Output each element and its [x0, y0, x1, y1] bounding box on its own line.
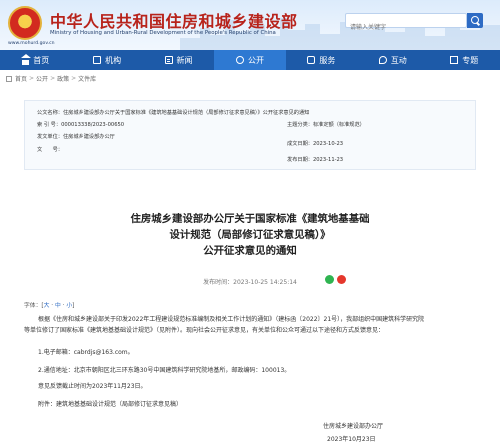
article-title-line-3: 公开征求意见的通知 [203, 245, 297, 257]
nav-item-open[interactable]: 公开 [214, 50, 286, 70]
nav-item-org[interactable]: 机构 [71, 50, 142, 70]
site-header: 中华人民共和国住房和城乡建设部 Ministry of Housing and … [0, 0, 500, 50]
font-large-link[interactable]: 大 [44, 303, 50, 309]
meta-issuer: 发文单位：住房城乡建设部办公厅 [37, 134, 115, 140]
nav-item-label: 公开 [247, 55, 264, 65]
site-title[interactable]: 中华人民共和国住房和城乡建设部 [50, 8, 298, 32]
meta-published-date: 发布日期：2023-11-23 [287, 157, 344, 163]
search-box[interactable] [345, 13, 467, 34]
nav-item-label: 新闻 [176, 55, 193, 65]
search-icon[interactable] [467, 13, 483, 28]
breadcrumb-home[interactable]: 首页 [15, 74, 27, 83]
share-buttons [325, 275, 346, 284]
nav-item-special[interactable]: 专题 [429, 50, 500, 70]
font-size-switcher: 字体：[大 · 中 · 小] [24, 303, 75, 309]
nav-item-news[interactable]: 新闻 [143, 50, 214, 70]
main-nav: 首页 机构 新闻 公开 服务 互动 专题 [0, 50, 500, 70]
meta-written-date: 成文日期：2023-10-23 [287, 141, 344, 147]
nav-item-label: 机构 [105, 55, 122, 65]
breadcrumb-policy[interactable]: 政策 [57, 74, 69, 83]
article-title-line-1: 住房城乡建设部办公厅关于国家标准《建筑地基基础 [130, 213, 370, 225]
nav-item-service[interactable]: 服务 [286, 50, 357, 70]
open-icon [235, 56, 244, 64]
meta-category: 主题分类：标准定额（标准规范） [287, 122, 365, 128]
signature-org: 住房城乡建设部办公厅 [323, 423, 384, 430]
nav-item-label: 互动 [390, 55, 407, 65]
signature-date: 2023年10月23日 [327, 436, 376, 443]
search-input[interactable] [346, 21, 446, 34]
wechat-share-icon[interactable] [325, 275, 334, 284]
body-paragraph-1-line-1: 根据《住房和城乡建设部关于印发2022年工程建设规范标准编制及相关工作计划的通知… [38, 316, 425, 323]
nav-item-home[interactable]: 首页 [0, 50, 71, 70]
article-title-line-2: 设计规范（局部修订征求意见稿）》 [169, 229, 331, 241]
national-emblem-icon[interactable] [8, 6, 42, 40]
nav-item-label: 首页 [33, 55, 50, 65]
body-paragraph-address: 2.通信地址：北京市朝阳区北三环东路30号中国建筑科学研究院地基所，邮政编码：1… [38, 367, 291, 374]
publish-time: 发布时间：2023-10-25 14:25:14 [203, 279, 297, 286]
body-paragraph-1-line-2: 等单位修订了国家标准《建筑地基基础设计规范》（见附件）。现向社会公开征求意见，有… [24, 327, 385, 334]
nav-item-label: 服务 [319, 55, 336, 65]
font-mid-link[interactable]: 中 [55, 303, 61, 309]
interact-icon [378, 56, 387, 64]
nav-item-label: 专题 [462, 55, 479, 65]
site-subtitle: Ministry of Housing and Urban-Rural Deve… [50, 30, 276, 36]
breadcrumb-open[interactable]: 公开 [36, 74, 48, 83]
breadcrumb: 首页 > 公开 > 政策 > 文件库 [6, 74, 96, 83]
org-icon [93, 56, 102, 64]
body-paragraph-deadline: 意见反馈截止时间为2023年11月23日。 [38, 383, 147, 390]
meta-doc-number: 文 号： [37, 147, 63, 153]
service-icon [307, 56, 316, 64]
body-paragraph-email: 1.电子邮箱：cabrdjs@163.com。 [38, 349, 134, 356]
document-metadata: 公文名称：住房城乡建设部办公厅关于国家标准《建筑地基基础设计规范（局部修订征求意… [24, 100, 476, 170]
home-icon [6, 75, 12, 82]
news-icon [164, 56, 173, 64]
breadcrumb-library[interactable]: 文件库 [78, 74, 96, 83]
weibo-share-icon[interactable] [337, 275, 346, 284]
home-icon [21, 53, 32, 65]
meta-index: 索 引 号：000013338/2023-00650 [37, 122, 125, 128]
attachment-link[interactable]: 附件：建筑地基基础设计规范（局部修订征求意见稿） [38, 399, 182, 408]
meta-title: 公文名称：住房城乡建设部办公厅关于国家标准《建筑地基基础设计规范（局部修订征求意… [37, 110, 310, 116]
site-url: www.mohurd.gov.cn [8, 41, 55, 46]
special-icon [450, 56, 459, 64]
nav-item-interact[interactable]: 互动 [357, 50, 428, 70]
